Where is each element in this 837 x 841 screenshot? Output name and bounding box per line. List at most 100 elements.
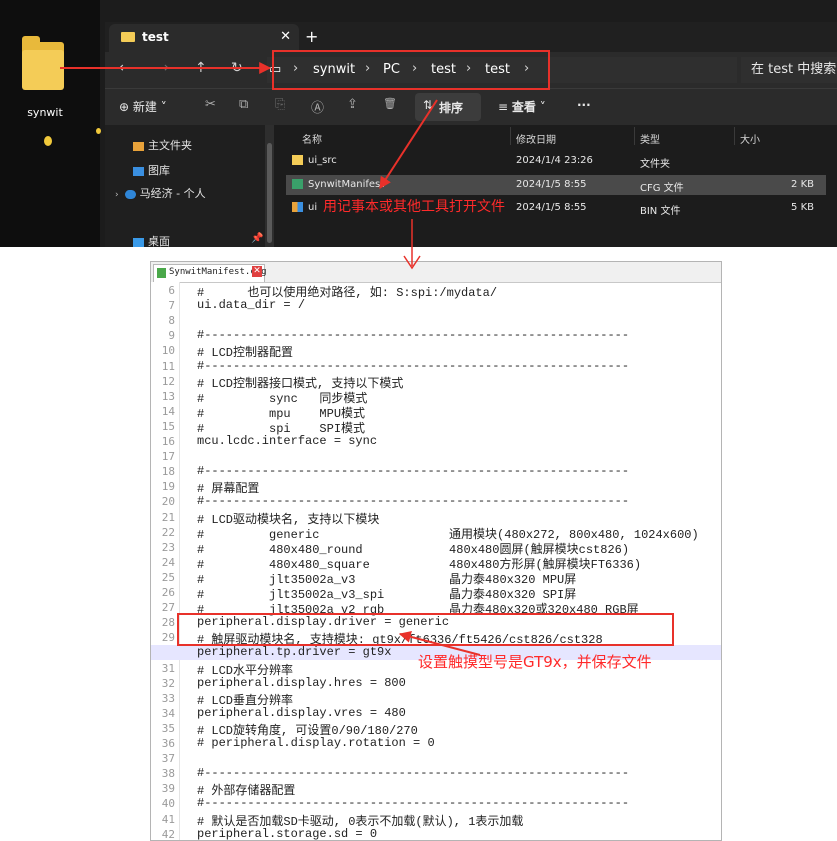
editor-tab[interactable]: SynwitManifest.cfg ✕ [153, 264, 267, 282]
file-date: 2024/1/4 23:26 [516, 155, 593, 166]
paste-icon[interactable]: ⎘ [275, 97, 285, 112]
scrollbar-thumb[interactable] [267, 143, 272, 243]
pin-icon: 📌 [251, 233, 264, 244]
line-number: 40 [161, 797, 175, 811]
folder-icon[interactable] [22, 36, 64, 90]
file-type: CFG 文件 [640, 183, 684, 194]
tp-driver-highlight-box [177, 613, 674, 646]
search-input[interactable]: 在 test 中搜索 [741, 57, 837, 83]
sort-label: 排序 [439, 101, 464, 115]
scrollbar[interactable] [265, 125, 274, 247]
code-line: mcu.lcdc.interface = sync [197, 434, 378, 448]
close-icon[interactable]: ✕ [280, 29, 291, 44]
file-date: 2024/1/5 8:55 [516, 202, 587, 213]
line-number: 37 [161, 752, 175, 766]
code-line: # peripheral.display.rotation = 0 [197, 736, 435, 750]
tab-test[interactable]: test ✕ [109, 24, 299, 52]
desktop-dot-icon [44, 136, 52, 146]
column-header-date[interactable]: 修改日期 [516, 131, 556, 146]
desktop-folder-label: synwit [27, 106, 63, 119]
copy-icon[interactable]: ⧉ [239, 97, 248, 112]
code-line: peripheral.display.hres = 800 [197, 675, 406, 690]
config-file-icon [292, 179, 303, 189]
line-number: 33 [161, 691, 175, 705]
line-number: 9 [168, 329, 175, 343]
line-number: 22 [161, 525, 175, 539]
line-number: 20 [161, 495, 175, 509]
line-number: 38 [161, 767, 175, 781]
navigation-pane: 主文件夹 图库 › 马经济 - 个人 桌面 📌 [105, 125, 265, 247]
line-number: 31 [161, 661, 175, 675]
sidebar-item-onedrive[interactable]: › 马经济 - 个人 [115, 185, 206, 201]
file-row-selected[interactable]: SynwitManifest 2024/1/5 8:55 CFG 文件 2 KB [286, 175, 826, 195]
file-row[interactable]: ui_src 2024/1/4 23:26 文件夹 [286, 151, 826, 171]
code-line: #---------------------------------------… [197, 328, 630, 343]
line-number: 7 [168, 299, 175, 313]
line-number: 23 [161, 540, 175, 554]
home-icon [133, 141, 144, 151]
new-tab-button[interactable]: + [305, 27, 318, 46]
column-header-type[interactable]: 类型 [640, 131, 660, 146]
desktop-area: synwit [0, 0, 101, 247]
line-number-gutter: 6 7 8 9 10 11 12 13 14 15 16 17 18 19 20 21 22 23 24 25 26 27… [151, 282, 180, 840]
line-number: 34 [161, 706, 175, 720]
view-button[interactable]: ≡ 查看 ˅ [498, 98, 546, 115]
file-date: 2024/1/5 8:55 [516, 179, 587, 190]
folder-icon [121, 32, 135, 42]
file-type: BIN 文件 [640, 206, 681, 217]
code-line: peripheral.tp.driver = gt9x [197, 645, 392, 660]
rename-icon[interactable]: Ⓐ [311, 97, 324, 116]
sidebar-item-home[interactable]: 主文件夹 [133, 137, 192, 153]
tab-bar: test ✕ + [105, 22, 837, 52]
line-number: 10 [161, 344, 175, 358]
line-number: 29 [161, 631, 175, 645]
forward-button[interactable]: → [157, 60, 169, 76]
column-header-name[interactable]: 名称 [302, 131, 322, 146]
file-name: ui [308, 202, 318, 213]
file-name: ui_src [308, 155, 337, 166]
sidebar-item-label: 桌面 [148, 235, 170, 247]
sidebar-item-label: 主文件夹 [148, 139, 192, 152]
line-number: 11 [161, 359, 175, 373]
up-button[interactable]: ↑ [195, 60, 207, 76]
line-number: 24 [161, 555, 175, 569]
view-label: 查看 [511, 100, 536, 114]
column-header-size[interactable]: 大小 [740, 131, 760, 146]
code-line: #---------------------------------------… [197, 796, 630, 811]
line-number: 8 [168, 314, 175, 328]
new-button-label: 新建 [132, 100, 157, 114]
tab-title: test [142, 30, 169, 44]
more-button[interactable]: ··· [577, 98, 591, 112]
cut-icon[interactable]: ✂ [205, 97, 216, 112]
desktop-icon [133, 237, 144, 247]
code-line: #---------------------------------------… [197, 494, 630, 509]
line-number: 16 [161, 435, 175, 448]
share-icon[interactable]: ⇪ [347, 97, 358, 112]
refresh-button[interactable]: ↻ [231, 60, 243, 76]
line-number: 17 [161, 450, 175, 464]
file-size: 2 KB [791, 179, 814, 190]
new-button[interactable]: ⊕ 新建 ˅ [119, 98, 167, 115]
sidebar-item-desktop[interactable]: 桌面 [133, 233, 170, 247]
code-line: #---------------------------------------… [197, 464, 630, 479]
open-file-annotation: 用记事本或其他工具打开文件 [323, 199, 505, 215]
cloud-icon [124, 189, 136, 199]
sort-button[interactable]: ⇅ 排序 [415, 93, 481, 121]
file-size: 5 KB [791, 202, 814, 213]
text-editor-window: SynwitManifest.cfg ✕ 6 7 8 9 10 11 12 13 14 15 16 1… [150, 261, 722, 841]
set-touch-annotation: 设置触摸型号是GT9x，并保存文件 [418, 653, 652, 671]
line-number: 28 [161, 616, 175, 630]
line-number: 25 [161, 570, 175, 584]
code-line: ui.data_dir = / [197, 298, 306, 313]
sort-icon: ⇅ [423, 98, 434, 112]
delete-icon[interactable]: 🗑 [383, 97, 397, 110]
back-button[interactable]: ← [119, 60, 131, 76]
line-number: 21 [161, 510, 175, 524]
folder-icon [292, 155, 303, 165]
editor-tab-strip: SynwitManifest.cfg ✕ [151, 262, 721, 283]
sidebar-item-label: 马经济 - 个人 [139, 187, 206, 200]
sidebar-item-gallery[interactable]: 图库 [133, 162, 170, 178]
line-number: 6 [168, 284, 175, 297]
close-icon[interactable]: ✕ [252, 266, 262, 277]
line-number: 32 [161, 676, 175, 690]
